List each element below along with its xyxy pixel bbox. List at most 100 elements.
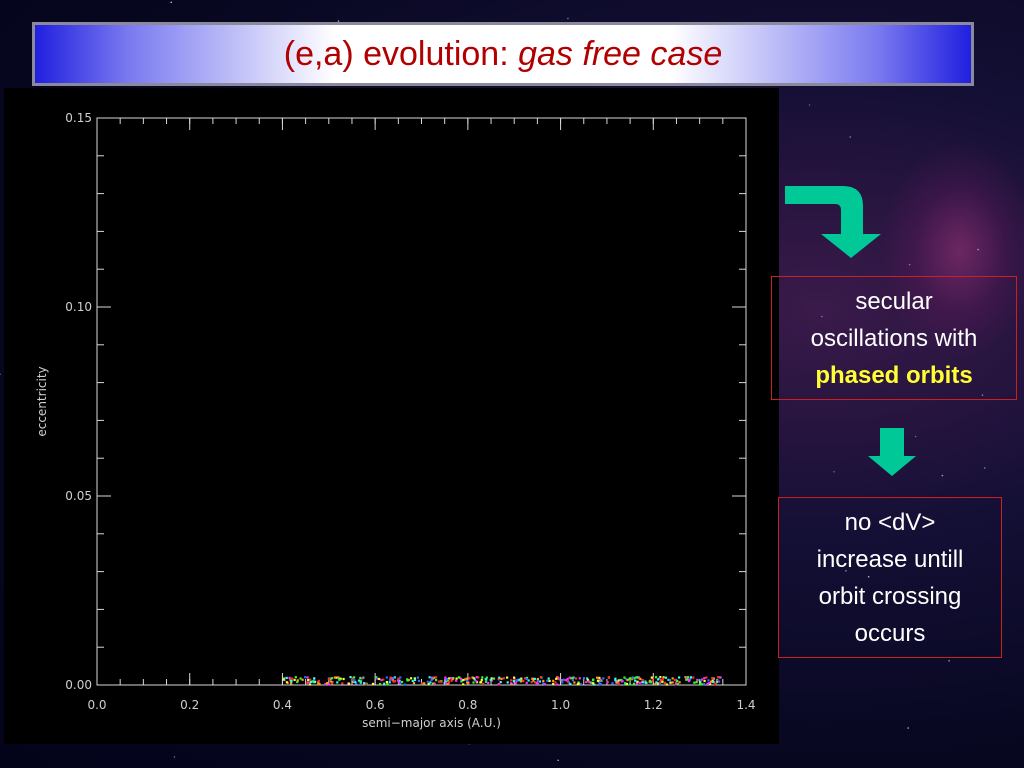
data-point [696,678,699,682]
data-point [676,680,679,683]
data-point [489,678,492,682]
data-point [582,677,585,680]
data-point [644,681,647,684]
data-point [430,679,433,682]
data-point [497,683,500,686]
data-point [341,682,344,685]
data-point [313,677,316,680]
data-point [596,676,599,679]
star [170,1,172,4]
data-point [326,682,329,685]
data-point [636,680,639,683]
annotation-box-dv: no <dV> increase untill orbit crossing o… [778,497,1002,658]
star [173,756,176,758]
data-point [433,682,436,685]
data-point [663,681,667,684]
data-point [638,681,641,684]
x-tick-label: 1.4 [736,698,755,712]
data-point [404,683,407,686]
data-point [457,676,460,679]
x-tick-label: 1.2 [644,698,663,712]
data-point [420,682,423,685]
y-tick-label: 0.05 [65,489,92,503]
data-point [700,683,703,686]
x-tick-label: 0.2 [180,698,199,712]
data-point [692,676,695,679]
data-point [592,678,595,681]
data-point [378,677,381,681]
data-point [361,677,364,680]
star [908,263,911,266]
star [833,471,835,473]
data-point [416,676,419,679]
data-point [309,680,312,684]
data-point [513,676,516,679]
data-point [675,683,678,686]
data-point [309,678,312,681]
data-point [661,677,664,680]
data-point [556,683,559,686]
data-point [707,679,710,682]
data-point [606,681,609,684]
data-point [329,680,332,683]
data-point [353,679,356,682]
data-point [317,679,320,682]
data-point [423,682,426,685]
data-point [699,679,702,682]
data-point [417,679,421,682]
data-point [431,676,434,679]
data-point [487,681,490,684]
data-point [592,682,595,685]
data-point [448,677,451,680]
data-point [348,682,351,685]
data-point [328,683,331,686]
data-point [386,683,389,686]
title-prefix: (e,a) evolution: [283,34,519,73]
x-tick-label: 1.0 [551,698,570,712]
data-point [290,679,293,683]
data-point [539,676,542,679]
data-point [566,677,569,681]
data-point [568,676,571,679]
data-point [552,682,555,685]
annotation-line: orbit crossing [818,582,962,610]
data-point [285,676,288,679]
data-point [542,679,545,682]
data-point [614,677,617,680]
annotation-highlight: phased orbits [815,361,973,389]
data-point [611,682,614,685]
data-point [514,682,517,685]
data-point [500,677,503,680]
annotation-box-secular: secular oscillations with phased orbits [771,276,1017,400]
data-point [331,677,334,680]
data-point [693,681,696,684]
data-point [571,676,574,679]
y-tick-label: 0.10 [65,300,92,314]
data-point [689,676,692,679]
curved-arrow-icon [785,186,881,258]
data-point [641,681,644,684]
y-axis-title: eccentricity [35,366,49,436]
data-point [703,683,706,686]
data-point [641,679,644,682]
data-point [338,678,341,681]
star [977,248,979,251]
data-point [678,681,681,684]
data-point [502,677,505,680]
data-point [357,679,361,682]
data-point [518,678,521,681]
star [849,136,851,138]
annotation-line: occurs [854,619,926,647]
data-point [635,676,638,679]
data-point [661,680,664,683]
data-point [480,678,483,681]
title-bar: (e,a) evolution: gas free case [32,22,974,86]
data-point [607,676,611,679]
data-point [492,677,496,680]
data-point [533,677,536,680]
data-point [393,680,397,683]
data-point [468,677,471,680]
data-point [708,681,711,685]
data-point [654,676,658,679]
data-point [510,679,513,682]
